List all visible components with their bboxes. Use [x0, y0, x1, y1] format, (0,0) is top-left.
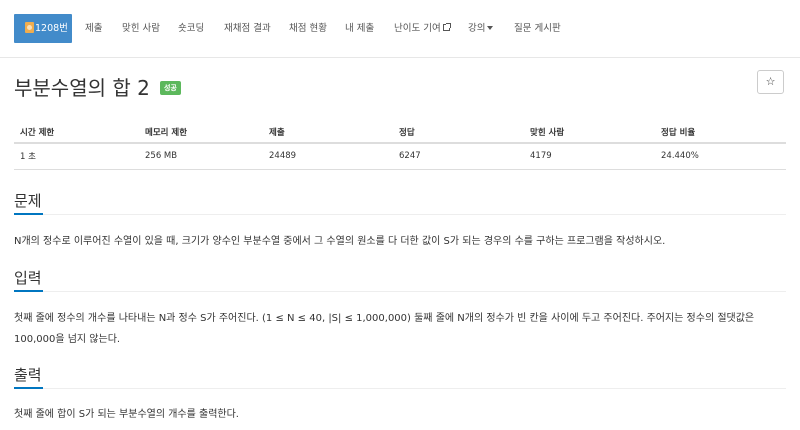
section-divider: [14, 388, 786, 389]
nav-tab-my-submissions[interactable]: 내 제출: [345, 14, 374, 43]
section-text-output: 첫째 줄에 합이 S가 되는 부분수열의 개수를 출력한다.: [14, 409, 239, 420]
section-underline: [14, 290, 43, 292]
section-heading-output: 출력: [14, 366, 42, 384]
problem-icon: [25, 22, 34, 33]
external-link-icon: [442, 23, 451, 31]
nav-tab-judge-status[interactable]: 채점 현황: [289, 14, 327, 43]
header-time-limit: 시간 제한: [14, 121, 139, 144]
nav-tab-rejudge-results[interactable]: 재채점 결과: [224, 14, 271, 43]
cell-time-limit: 1 초: [14, 143, 139, 170]
cell-accept-ratio: 24.440%: [655, 143, 786, 170]
problem-nav: 1208번 제출 맞힌 사람 숏코딩 재채점 결과 채점 현황 내 제출 난이도…: [0, 0, 800, 58]
section-divider: [14, 291, 786, 292]
nav-tab-solved-users[interactable]: 맞힌 사람: [122, 14, 160, 43]
cell-solved-users: 4179: [524, 143, 655, 170]
star-button[interactable]: ☆: [757, 70, 784, 94]
table-row: 1 초 256 MB 24489 6247 4179 24.440%: [14, 143, 786, 170]
section-underline: [14, 213, 43, 215]
nav-tab-question-board[interactable]: 질문 게시판: [514, 14, 561, 43]
nav-tab-problem[interactable]: 1208번: [14, 14, 72, 43]
table-header-row: 시간 제한 메모리 제한 제출 정답 맞힌 사람 정답 비율: [14, 121, 786, 144]
header-accepted: 정답: [393, 121, 524, 144]
problem-info-table: 시간 제한 메모리 제한 제출 정답 맞힌 사람 정답 비율 1 초 256 M…: [14, 121, 786, 170]
header-solved-users: 맞힌 사람: [524, 121, 655, 144]
nav-tab-problem-label: 1208번: [35, 23, 68, 34]
cell-memory-limit: 256 MB: [139, 143, 263, 170]
cell-submissions: 24489: [263, 143, 393, 170]
section-divider: [14, 214, 786, 215]
header-submissions: 제출: [263, 121, 393, 144]
nav-tab-lectures-dropdown[interactable]: 강의: [468, 14, 494, 43]
nav-tab-submit[interactable]: 제출: [85, 14, 102, 43]
cell-accepted: 6247: [393, 143, 524, 170]
nav-tab-difficulty-label: 난이도 기여: [394, 23, 441, 34]
nav-tab-difficulty-contribution[interactable]: 난이도 기여: [394, 14, 451, 43]
problem-title-row: 부분수열의 합 2 성공: [14, 72, 181, 101]
nav-tab-lectures-label: 강의: [468, 23, 486, 34]
status-badge: 성공: [159, 80, 181, 95]
section-text-input: 첫째 줄에 정수의 개수를 나타내는 N과 정수 S가 주어진다. (1 ≤ N…: [14, 313, 755, 345]
star-icon: ☆: [765, 75, 776, 88]
page-title: 부분수열의 합 2: [14, 76, 150, 100]
chevron-down-icon: [487, 26, 494, 30]
section-heading-input: 입력: [14, 269, 42, 287]
section-heading-description: 문제: [14, 192, 42, 210]
section-underline: [14, 387, 43, 389]
nav-tab-short-coding[interactable]: 숏코딩: [178, 14, 204, 43]
header-accept-ratio: 정답 비율: [655, 121, 786, 144]
section-text-description: N개의 정수로 이루어진 수열이 있을 때, 크기가 양수인 부분수열 중에서 …: [14, 236, 666, 247]
header-memory-limit: 메모리 제한: [139, 121, 263, 144]
